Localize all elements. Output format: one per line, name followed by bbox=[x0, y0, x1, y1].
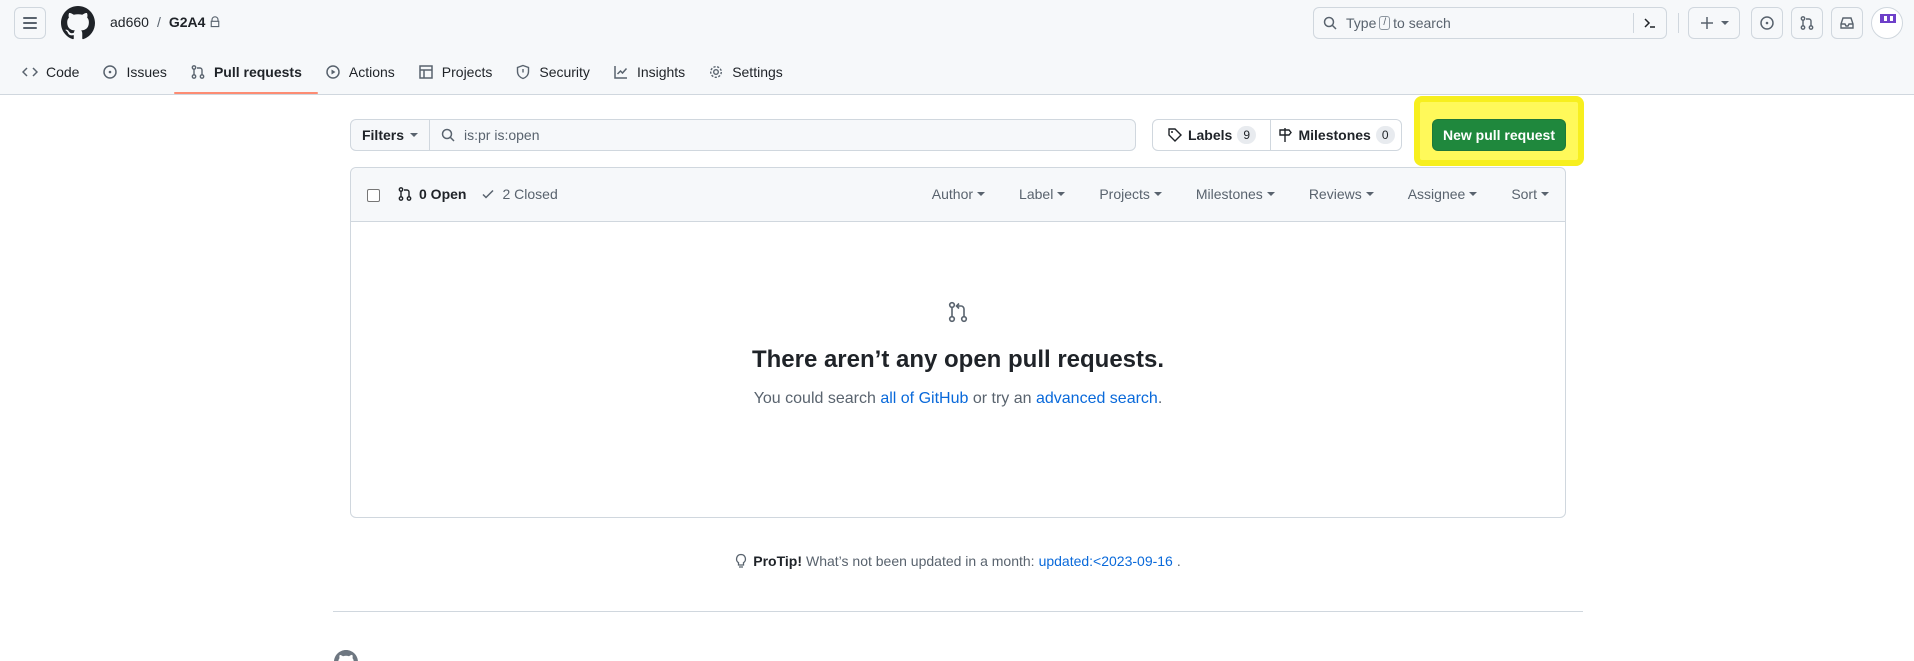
lock-icon bbox=[211, 16, 220, 28]
pull-request-list: 0 Open 2 Closed Author Label Projects Mi… bbox=[350, 167, 1566, 518]
pr-search-input[interactable]: is:pr is:open bbox=[429, 119, 1136, 151]
footer-divider bbox=[333, 611, 1583, 612]
menu-icon bbox=[23, 17, 37, 19]
closed-filter-link[interactable]: 2 Closed bbox=[480, 186, 558, 202]
gear-icon bbox=[710, 65, 723, 79]
pull-request-icon bbox=[398, 187, 412, 201]
sort-filter[interactable]: Sort bbox=[1511, 186, 1549, 202]
global-search-input[interactable]: Type / to search bbox=[1313, 7, 1667, 39]
pull-requests-button[interactable] bbox=[1791, 7, 1823, 39]
select-all-checkbox[interactable] bbox=[367, 189, 380, 202]
list-header: 0 Open 2 Closed Author Label Projects Mi… bbox=[351, 168, 1565, 222]
milestone-icon bbox=[1279, 128, 1293, 142]
tab-security[interactable]: Security bbox=[507, 56, 598, 88]
blank-slate-title: There aren’t any open pull requests. bbox=[751, 346, 1165, 373]
chevron-down-icon bbox=[1266, 192, 1275, 196]
chevron-down-icon bbox=[1721, 21, 1729, 25]
label-filter[interactable]: Label bbox=[1019, 186, 1066, 202]
search-suffix: to search bbox=[1393, 15, 1451, 31]
list-filters: Author Label Projects Milestones Reviews… bbox=[932, 186, 1549, 202]
pull-request-icon bbox=[1800, 16, 1814, 30]
new-pull-request-button[interactable]: New pull request bbox=[1432, 119, 1566, 151]
breadcrumb: ad660 / G2A4 bbox=[110, 14, 221, 30]
search-icon bbox=[441, 128, 455, 142]
milestones-filter[interactable]: Milestones bbox=[1196, 186, 1275, 202]
light-bulb-icon bbox=[736, 553, 747, 568]
avatar[interactable] bbox=[1871, 7, 1903, 39]
menu-button[interactable] bbox=[14, 7, 46, 39]
chevron-down-icon bbox=[1469, 192, 1478, 196]
protip-text: What’s not been updated in a month: bbox=[805, 553, 1035, 569]
play-icon bbox=[326, 65, 340, 79]
all-github-search-link[interactable]: all of GitHub bbox=[880, 390, 968, 407]
pull-request-icon bbox=[948, 301, 968, 323]
issue-icon bbox=[103, 65, 118, 79]
protip-label: ProTip! bbox=[753, 553, 802, 569]
labels-count: 9 bbox=[1237, 126, 1257, 144]
search-shortcut-key: / bbox=[1379, 16, 1391, 30]
check-icon bbox=[482, 189, 494, 199]
avatar-image-icon bbox=[1880, 14, 1896, 23]
state-toggle: 0 Open 2 Closed bbox=[397, 186, 558, 202]
open-filter-link[interactable]: 0 Open bbox=[397, 186, 466, 202]
milestones-button[interactable]: Milestones 0 bbox=[1270, 119, 1402, 151]
chevron-down-icon bbox=[1153, 192, 1162, 196]
issues-button[interactable] bbox=[1751, 7, 1783, 39]
search-icon bbox=[1323, 16, 1337, 30]
shield-icon bbox=[517, 64, 530, 80]
tag-icon bbox=[1168, 128, 1182, 142]
labels-button[interactable]: Labels 9 bbox=[1152, 119, 1271, 151]
repo-name-link[interactable]: G2A4 bbox=[169, 14, 206, 30]
tab-projects[interactable]: Projects bbox=[410, 56, 501, 88]
filters-dropdown-button[interactable]: Filters bbox=[350, 119, 430, 151]
repo-nav: Code Issues Pull requests Actions Projec… bbox=[14, 56, 798, 94]
milestones-count: 0 bbox=[1375, 126, 1395, 144]
inbox-button[interactable] bbox=[1831, 7, 1863, 39]
assignee-filter[interactable]: Assignee bbox=[1408, 186, 1478, 202]
code-icon bbox=[22, 67, 38, 77]
tab-insights[interactable]: Insights bbox=[605, 56, 693, 88]
header-divider bbox=[1678, 13, 1679, 33]
breadcrumb-separator: / bbox=[156, 14, 161, 30]
repo-owner-link[interactable]: ad660 bbox=[110, 14, 149, 30]
advanced-search-link[interactable]: advanced search bbox=[1036, 390, 1158, 407]
issue-icon bbox=[1760, 16, 1774, 30]
chevron-down-icon bbox=[1541, 192, 1549, 196]
chevron-down-icon bbox=[1365, 192, 1374, 196]
plus-icon bbox=[1701, 17, 1713, 29]
table-icon bbox=[419, 65, 433, 79]
tab-code[interactable]: Code bbox=[14, 56, 87, 88]
chevron-down-icon bbox=[977, 192, 986, 196]
protip: ProTip! What’s not been updated in a mon… bbox=[0, 553, 1914, 569]
tab-pull-requests[interactable]: Pull requests bbox=[173, 56, 318, 94]
tab-actions[interactable]: Actions bbox=[317, 56, 403, 88]
reviews-filter[interactable]: Reviews bbox=[1309, 186, 1374, 202]
github-logo-icon[interactable] bbox=[334, 650, 358, 661]
pr-search-value: is:pr is:open bbox=[464, 127, 540, 143]
global-header: ad660 / G2A4 Type / to search Code Issue… bbox=[0, 0, 1914, 95]
create-new-button[interactable] bbox=[1688, 7, 1740, 39]
author-filter[interactable]: Author bbox=[932, 186, 986, 202]
graph-icon bbox=[614, 66, 627, 79]
pull-request-icon bbox=[191, 65, 205, 79]
chevron-down-icon bbox=[1057, 192, 1066, 196]
blank-slate-text: You could search all of GitHub or try an… bbox=[753, 390, 1163, 407]
tab-settings[interactable]: Settings bbox=[700, 56, 791, 88]
projects-filter[interactable]: Projects bbox=[1099, 186, 1162, 202]
search-prefix: Type bbox=[1346, 15, 1377, 31]
github-logo-icon[interactable] bbox=[61, 6, 95, 40]
blank-slate: There aren’t any open pull requests. You… bbox=[351, 222, 1565, 408]
command-palette-button[interactable] bbox=[1633, 13, 1658, 33]
inbox-icon bbox=[1840, 17, 1854, 29]
chevron-down-icon bbox=[410, 133, 418, 137]
protip-link[interactable]: updated:<2023-09-16 bbox=[1039, 553, 1173, 569]
terminal-icon bbox=[1644, 18, 1655, 28]
tab-issues[interactable]: Issues bbox=[94, 56, 174, 88]
